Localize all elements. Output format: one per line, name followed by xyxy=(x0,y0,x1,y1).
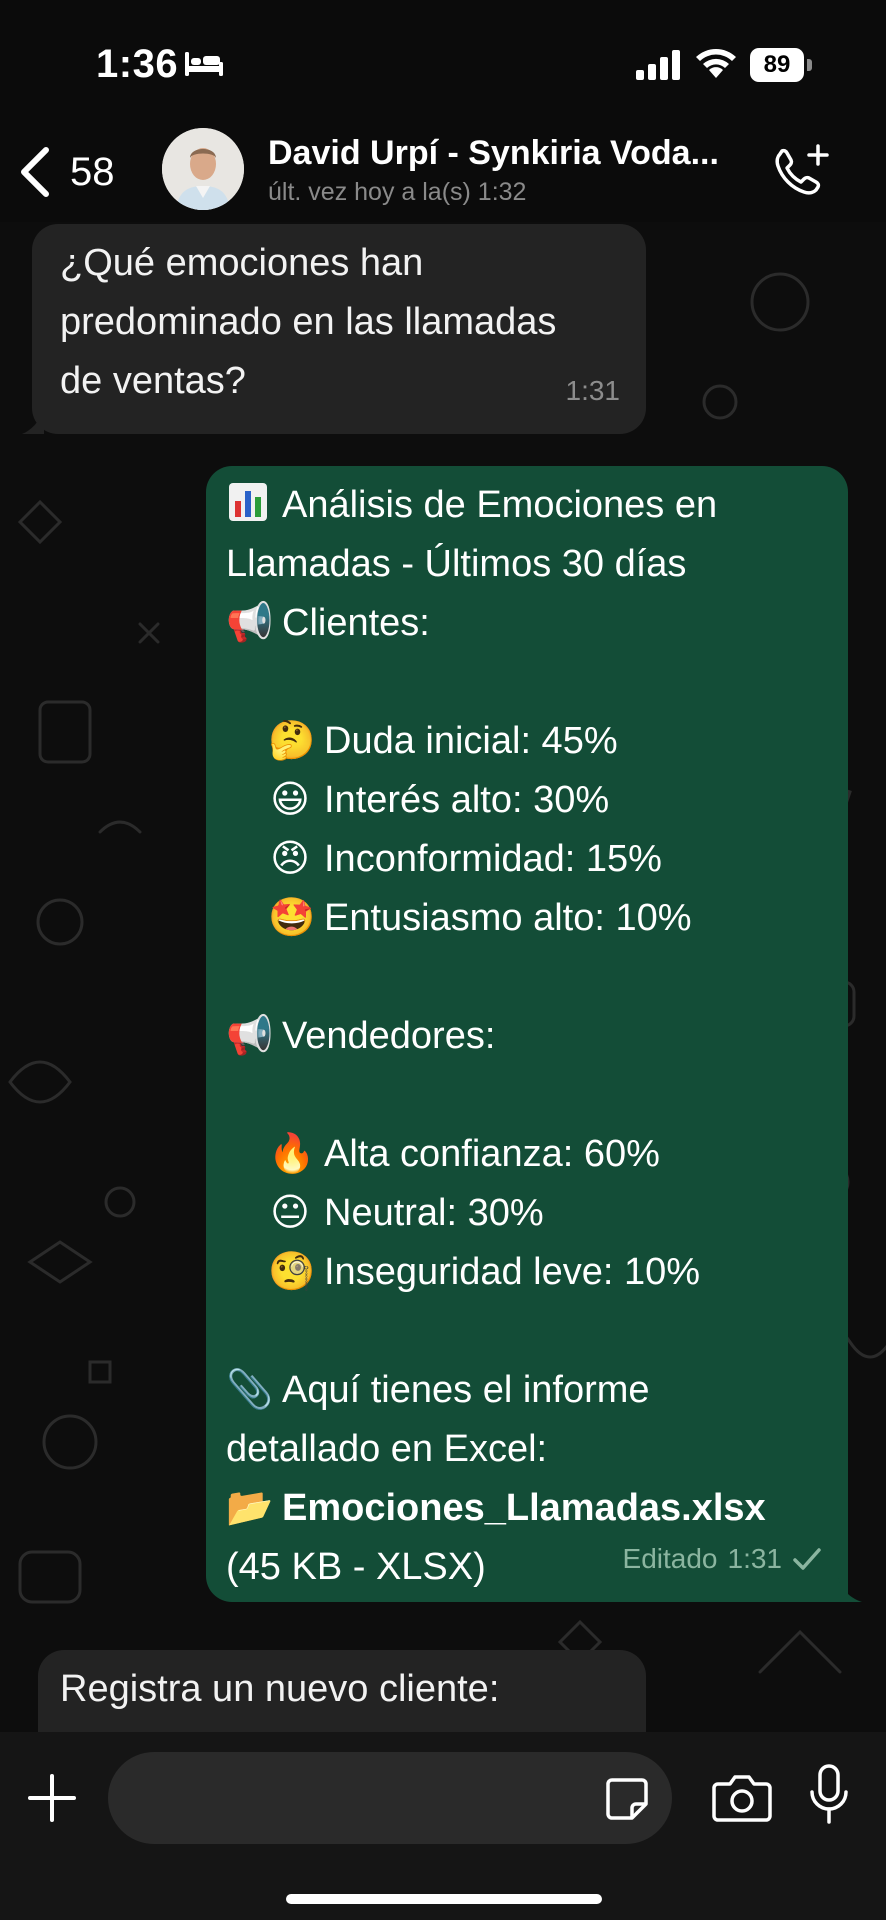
sellers-header: Vendedores: xyxy=(282,1015,496,1057)
paperclip-icon: 📎 xyxy=(226,1369,274,1411)
client-emotion-text: Inconformidad: 15% xyxy=(324,838,662,880)
sellers-header-line: 📢 Vendedores: xyxy=(226,1007,828,1066)
edited-label: Editado xyxy=(622,1543,718,1574)
client-emotion-item: 🤩 Entusiasmo alto: 10% xyxy=(226,889,828,948)
seller-emotion-item: 🔥 Alta confianza: 60% xyxy=(226,1125,828,1184)
incoming-message[interactable]: ¿Qué emociones han predominado en las ll… xyxy=(22,224,646,434)
camera-icon[interactable] xyxy=(712,1772,772,1824)
sent-check-icon xyxy=(793,1547,821,1570)
megaphone-icon: 📢 xyxy=(226,1015,274,1057)
message-text-line: Registra un nuevo cliente: xyxy=(60,1668,500,1710)
client-emotion-item: 😃 Interés alto: 30% xyxy=(226,771,828,830)
client-emotion-item: 😠 Inconformidad: 15% xyxy=(226,830,828,889)
sleep-focus-icon xyxy=(185,52,223,76)
home-indicator[interactable] xyxy=(286,1894,602,1904)
clients-header: Clientes: xyxy=(282,602,430,644)
attachment-file-name[interactable]: Emociones_Llamadas.xlsx xyxy=(282,1487,766,1529)
plus-icon[interactable] xyxy=(26,1772,78,1824)
seller-emotion-text: Neutral: 30% xyxy=(324,1192,544,1234)
chat-header: 58 David Urpí - Synkiria Voda... últ. ve… xyxy=(0,120,886,222)
message-text-line: predominado en las llamadas xyxy=(60,301,557,343)
client-emotion-text: Duda inicial: 45% xyxy=(324,720,618,762)
report-title-line: Análisis de Emociones en xyxy=(226,476,828,535)
message-composer xyxy=(0,1732,886,1920)
incoming-message[interactable]: Registra un nuevo cliente: xyxy=(38,1650,646,1732)
smiling-face-icon: 😃 xyxy=(270,779,310,821)
seller-emotion-text: Alta confianza: 60% xyxy=(324,1133,660,1175)
add-call-icon[interactable] xyxy=(770,142,830,202)
unread-count: 58 xyxy=(70,149,115,194)
angry-face-icon: 😠 xyxy=(270,838,310,880)
folder-icon: 📂 xyxy=(226,1487,274,1529)
report-intro-line: detallado en Excel: xyxy=(226,1428,548,1470)
seller-emotion-item: 🧐 Inseguridad leve: 10% xyxy=(226,1243,828,1302)
client-emotion-text: Interés alto: 30% xyxy=(324,779,610,821)
battery-indicator: 89 xyxy=(750,48,812,82)
cellular-signal-icon xyxy=(636,50,680,80)
contact-avatar[interactable] xyxy=(162,128,244,210)
report-intro: Aquí tienes el informe xyxy=(282,1369,650,1411)
wifi-icon xyxy=(696,49,736,78)
microphone-icon[interactable] xyxy=(806,1764,852,1826)
report-title: Análisis de Emociones en xyxy=(282,484,718,526)
clients-header-line: 📢 Clientes: xyxy=(226,594,828,653)
sticker-icon[interactable] xyxy=(604,1776,650,1822)
bubble-tail xyxy=(22,412,44,434)
client-emotion-item: 🤔 Duda inicial: 45% xyxy=(226,712,828,771)
neutral-face-icon: 😐 xyxy=(270,1192,310,1234)
message-meta: Editado 1:31 xyxy=(623,1529,822,1588)
back-button[interactable]: 58 xyxy=(16,140,136,204)
monocle-face-icon: 🧐 xyxy=(268,1251,316,1293)
thinking-face-icon: 🤔 xyxy=(268,720,316,762)
seller-emotion-text: Inseguridad leve: 10% xyxy=(324,1251,701,1293)
chevron-left-icon xyxy=(21,147,49,197)
message-meta: 1:31 xyxy=(566,361,621,420)
chat-area[interactable]: ¿Qué emociones han predominado en las ll… xyxy=(0,222,886,1732)
contact-name[interactable]: David Urpí - Synkiria Voda... xyxy=(268,134,758,173)
message-time: 1:31 xyxy=(565,375,621,406)
report-intro-line: 📎 Aquí tienes el informe xyxy=(226,1361,828,1420)
status-time: 1:36 xyxy=(96,42,179,86)
message-input[interactable] xyxy=(108,1752,672,1844)
fire-icon: 🔥 xyxy=(268,1133,316,1175)
client-emotion-text: Entusiasmo alto: 10% xyxy=(324,897,692,939)
bar-chart-icon xyxy=(226,476,270,535)
seller-emotion-item: 😐 Neutral: 30% xyxy=(226,1184,828,1243)
status-bar: 1:36 89 xyxy=(0,0,886,120)
report-title-line: Llamadas - Últimos 30 días xyxy=(226,543,687,585)
message-time: 1:31 xyxy=(727,1543,783,1574)
megaphone-icon: 📢 xyxy=(226,602,274,644)
message-text-line: de ventas? xyxy=(60,360,246,402)
message-text-line: ¿Qué emociones han xyxy=(60,242,424,284)
battery-level: 89 xyxy=(750,48,804,82)
contact-last-seen: últ. vez hoy a la(s) 1:32 xyxy=(268,178,527,206)
avatar-photo xyxy=(162,128,244,210)
bubble-tail xyxy=(838,1578,862,1602)
outgoing-message[interactable]: Análisis de Emociones en Llamadas - Últi… xyxy=(206,466,862,1602)
battery-tip xyxy=(807,59,812,71)
star-struck-icon: 🤩 xyxy=(268,897,316,939)
